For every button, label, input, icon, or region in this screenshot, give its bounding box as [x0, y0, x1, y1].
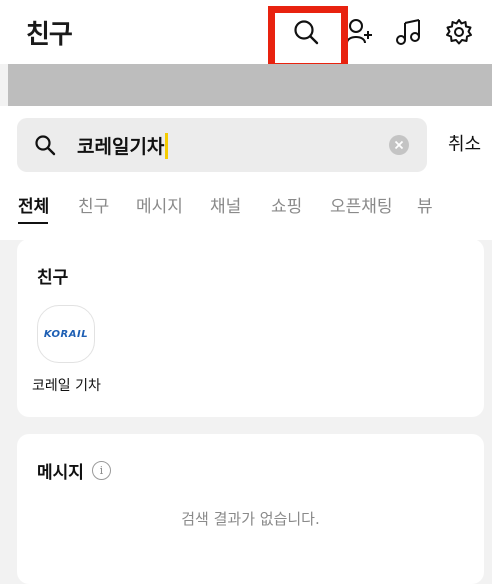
gear-icon — [446, 19, 472, 45]
tab-view[interactable]: 뷰 — [417, 192, 433, 217]
tab-messages[interactable]: 메시지 — [136, 192, 183, 217]
clear-search-button[interactable] — [389, 135, 409, 155]
category-tabs: 전체 친구 메시지 채널 쇼핑 오픈채팅 뷰 — [0, 192, 492, 232]
tab-friends[interactable]: 친구 — [78, 192, 109, 217]
section-title: 메시지 — [37, 463, 84, 483]
close-icon — [394, 140, 404, 150]
section-title: 친구 — [37, 268, 69, 288]
section-title-row: 메시지 i — [37, 458, 111, 483]
music-icon — [396, 19, 420, 45]
text-caret — [165, 132, 169, 159]
top-bar: 친구 — [0, 0, 492, 64]
search-input[interactable]: 코레일기차 — [17, 118, 427, 172]
search-area: 코레일기차 취소 전체 친구 메시지 채널 쇼핑 오픈채팅 뷰 — [0, 106, 492, 240]
search-icon — [35, 135, 56, 156]
music-button[interactable] — [392, 16, 424, 48]
korail-logo: KORAIL — [43, 328, 89, 340]
tab-all[interactable]: 전체 — [18, 192, 49, 217]
active-tab-indicator — [18, 222, 48, 224]
add-friend-button[interactable] — [344, 16, 376, 48]
messages-section: 메시지 i 검색 결과가 없습니다. — [17, 434, 484, 584]
tab-shopping[interactable]: 쇼핑 — [271, 192, 302, 217]
friends-section: 친구 KORAIL 코레일 기차 — [17, 239, 484, 417]
search-highlight-box — [268, 6, 348, 70]
tab-openchat[interactable]: 오픈채팅 — [330, 192, 393, 217]
cancel-button[interactable]: 취소 — [448, 130, 481, 156]
friend-name[interactable]: 코레일 기차 — [32, 375, 101, 395]
search-value: 코레일기차 — [77, 132, 169, 159]
page-title: 친구 — [26, 20, 73, 50]
settings-button[interactable] — [443, 16, 475, 48]
info-icon[interactable]: i — [91, 461, 111, 480]
search-query-text: 코레일기차 — [77, 136, 165, 158]
banner-placeholder — [8, 64, 492, 106]
tab-channels[interactable]: 채널 — [210, 192, 241, 217]
empty-result-text: 검색 결과가 없습니다. — [181, 510, 320, 528]
avatar[interactable]: KORAIL — [37, 305, 95, 363]
add-friend-icon — [346, 19, 372, 44]
